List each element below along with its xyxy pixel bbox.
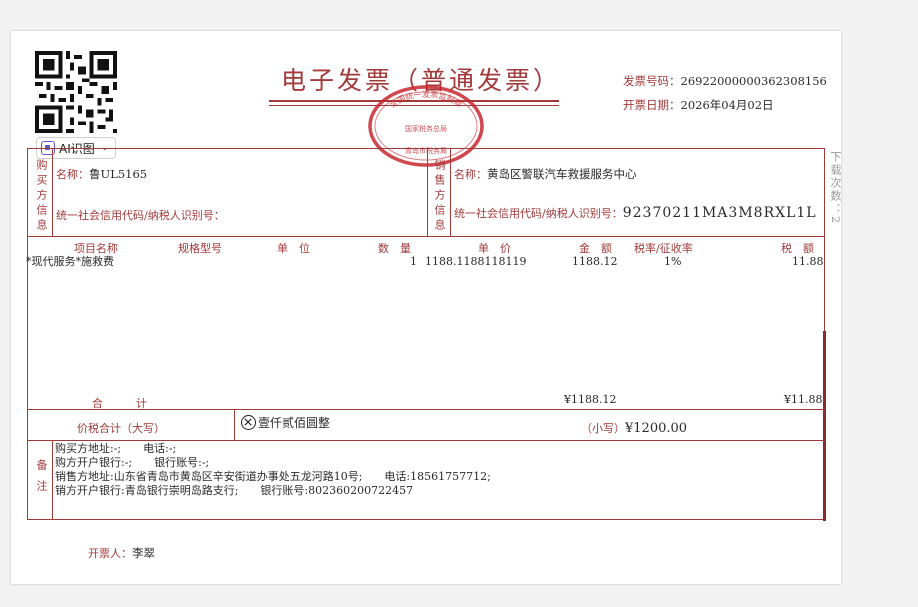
total-divider <box>234 409 235 440</box>
issuer-row: 开票人：李翠 <box>88 542 155 561</box>
header-qty: 数 量 <box>378 242 411 255</box>
total-small: ¥1200.00 <box>625 421 688 436</box>
header-spec: 规格型号 <box>178 242 222 255</box>
buyer-section-label: 购买方信息 <box>35 159 48 234</box>
header-unit: 单 位 <box>277 242 310 255</box>
buyer-name: 鲁UL5165 <box>89 167 148 181</box>
invoice-number: 26922000000362308156 <box>680 74 827 88</box>
download-count: 下载次数：2 <box>829 151 842 225</box>
remarks-block: 购买方地址:-; 电话:-; 购方开户银行:-; 银行账号:-; 销售方地址:山… <box>55 442 491 498</box>
subtotal-label: 合 计 <box>92 397 147 410</box>
invoice-page: AI识图 ⌄ 电子发票（普通发票） 全国统一发票监制章 国家税务总局 青岛市税务… <box>11 31 842 584</box>
close-circle-icon <box>241 415 256 430</box>
seller-name: 黄岛区警联汽车救援服务中心 <box>487 167 637 181</box>
buyer-name-row: 名称：鲁UL5165 <box>56 163 147 182</box>
divider-header <box>27 236 825 237</box>
remarks-label: 备注 <box>35 459 48 501</box>
buyer-taxid-label: 统一社会信用代码/纳税人识别号： <box>56 209 225 222</box>
party-divider <box>427 148 428 236</box>
total-small-row: （小写）¥1200.00 <box>581 417 687 436</box>
item-tax: 11.88 <box>792 255 824 268</box>
seller-name-row: 名称：黄岛区警联汽车救援服务中心 <box>454 163 637 182</box>
remarks-line: 销方开户银行:青岛银行崇明岛路支行; 银行账号:802360200722457 <box>55 484 414 497</box>
issuer-label: 开票人： <box>88 547 132 560</box>
subtotal-tax: ¥11.88 <box>784 393 823 406</box>
seller-taxid-row: 统一社会信用代码/纳税人识别号：92370211MA3M8RXL1L <box>454 202 817 221</box>
invoice-number-label: 发票号码： <box>623 74 681 88</box>
item-price: 1188.1188118119 <box>425 255 527 268</box>
invoice-number-row: 发票号码：26922000000362308156 <box>623 73 827 89</box>
header-rate: 税率/征收率 <box>634 242 693 255</box>
remarks-divider <box>52 440 53 520</box>
invoice-date: 2026年04月02日 <box>680 98 774 112</box>
remarks-line: 购方开户银行:-; 银行账号:-; <box>55 456 210 469</box>
total-uppercase: 壹仟贰佰圆整 <box>258 416 331 430</box>
item-qty: 1 <box>410 255 417 268</box>
remarks-line: 购买方地址:-; 电话:-; <box>55 442 177 455</box>
subtotal-amount: ¥1188.12 <box>564 393 617 406</box>
header-price: 单 价 <box>478 242 511 255</box>
issuer-name: 李翠 <box>132 546 155 560</box>
total-small-label: （小写） <box>581 422 625 435</box>
seller-taxid-label: 统一社会信用代码/纳税人识别号： <box>454 207 623 220</box>
item-amount: 1188.12 <box>572 255 618 268</box>
buyer-taxid-row: 统一社会信用代码/纳税人识别号： <box>56 204 225 223</box>
item-rate: 1% <box>664 255 682 268</box>
total-uppercase-row: 壹仟贰佰圆整 <box>241 414 330 431</box>
qr-code <box>35 51 117 133</box>
remarks-line: 销售方地址:山东省青岛市黄岛区辛安街道办事处五龙河路10号; 电话:185617… <box>55 470 491 483</box>
total-label: 价税合计（大写） <box>77 422 165 435</box>
seller-label-divider <box>450 148 451 236</box>
seller-taxid: 92370211MA3M8RXL1L <box>622 205 817 221</box>
buyer-name-label: 名称： <box>56 168 89 181</box>
seller-section-label: 销售方信息 <box>433 159 446 234</box>
divider-total <box>27 440 825 441</box>
item-name: *现代服务*施救费 <box>26 255 114 268</box>
header-amount: 金 额 <box>579 242 612 255</box>
invoice-date-label: 开票日期： <box>623 98 681 112</box>
header-tax: 税 额 <box>781 242 814 255</box>
seller-name-label: 名称： <box>454 168 487 181</box>
table-edge <box>823 331 826 521</box>
buyer-label-divider <box>52 148 53 236</box>
svg-text:国家税务总局: 国家税务总局 <box>405 124 447 133</box>
invoice-date-row: 开票日期：2026年04月02日 <box>623 97 774 113</box>
